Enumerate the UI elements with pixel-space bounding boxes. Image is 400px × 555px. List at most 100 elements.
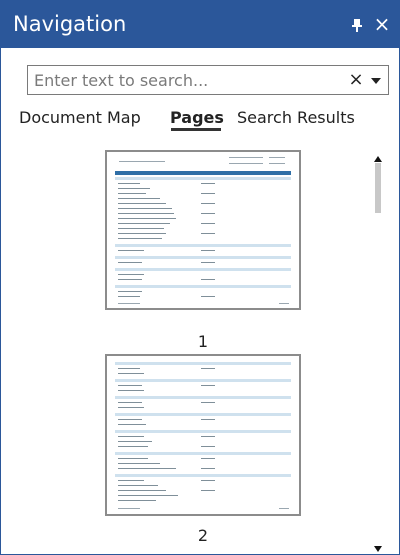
thumbnail-band xyxy=(115,379,291,382)
thumbnail-row xyxy=(118,183,140,184)
chevron-down-icon xyxy=(371,78,381,84)
thumbnail-band xyxy=(115,396,291,399)
search-box: × xyxy=(27,65,389,95)
thumbnail-header-bar xyxy=(115,171,291,175)
thumbnail-row xyxy=(118,419,142,420)
navigation-pane: Navigation × × Document Map Pages Search… xyxy=(0,0,400,555)
thumbnail-row xyxy=(118,274,144,275)
thumbnail-row xyxy=(118,233,166,234)
thumbnail-meta-line xyxy=(269,163,285,164)
thumbnail-row xyxy=(201,480,215,481)
page-thumbnail-2[interactable] xyxy=(105,354,301,516)
search-options-button[interactable] xyxy=(368,68,384,92)
thumbnail-row xyxy=(118,238,162,239)
thumbnail-row xyxy=(118,188,150,189)
thumbnail-row xyxy=(118,468,176,469)
thumbnail-row xyxy=(118,436,144,437)
thumbnail-row xyxy=(201,203,215,204)
thumbnail-row xyxy=(118,490,166,491)
page-number-2: 2 xyxy=(197,526,209,545)
pin-button[interactable] xyxy=(350,15,364,35)
thumbnail-row xyxy=(118,228,164,229)
thumbnail-row xyxy=(118,223,170,224)
thumbnail-row xyxy=(118,424,146,425)
thumbnail-row xyxy=(118,480,144,481)
search-input[interactable] xyxy=(34,68,334,92)
thumbnail-row xyxy=(118,402,142,403)
thumbnail-row xyxy=(118,203,166,204)
tab-document-map[interactable]: Document Map xyxy=(19,106,141,134)
page-thumbnails-viewer: 1 2 xyxy=(1,141,371,554)
vertical-scrollbar[interactable] xyxy=(372,141,384,554)
thumbnail-band xyxy=(115,474,291,477)
thumbnail-band xyxy=(115,285,291,288)
thumbnail-row xyxy=(201,458,215,459)
thumbnail-row xyxy=(118,218,176,219)
close-icon: × xyxy=(373,12,391,36)
thumbnail-row xyxy=(201,468,215,469)
thumbnail-row xyxy=(118,198,160,199)
thumbnail-row xyxy=(118,390,144,391)
thumbnail-row xyxy=(118,373,144,374)
pane-title: Navigation xyxy=(13,12,127,36)
scroll-down-button[interactable] xyxy=(372,539,384,552)
thumbnail-row xyxy=(201,279,215,280)
thumbnail-band xyxy=(115,256,291,259)
thumbnail-row xyxy=(201,402,215,403)
thumbnail-row xyxy=(118,279,142,280)
thumbnail-band xyxy=(115,362,291,365)
thumbnail-footer-line xyxy=(118,508,140,509)
caret-down-icon xyxy=(374,546,382,552)
thumbnail-meta-line xyxy=(269,157,285,158)
thumbnail-row xyxy=(201,250,215,251)
thumbnail-row xyxy=(201,296,215,297)
thumbnail-row xyxy=(201,419,215,420)
scroll-up-button[interactable] xyxy=(372,149,384,162)
thumbnail-row xyxy=(201,193,215,194)
thumbnail-row xyxy=(118,291,142,292)
thumbnail-footer-line xyxy=(279,508,289,509)
thumbnail-row xyxy=(118,250,144,251)
navigation-titlebar: Navigation × xyxy=(1,1,399,48)
thumbnail-row xyxy=(118,463,160,464)
thumbnail-row xyxy=(118,296,140,297)
thumbnail-row xyxy=(201,233,215,234)
thumbnail-row xyxy=(201,490,215,491)
thumbnail-footer-line xyxy=(279,303,289,304)
thumbnail-band xyxy=(115,268,291,271)
thumbnail-row xyxy=(201,213,215,214)
thumbnail-row xyxy=(118,213,174,214)
thumbnail-row xyxy=(118,262,142,263)
thumbnail-row xyxy=(118,193,146,194)
thumbnail-band xyxy=(115,430,291,433)
close-button[interactable]: × xyxy=(371,12,393,36)
thumbnail-footer-line xyxy=(118,303,140,304)
thumbnail-row xyxy=(118,368,140,369)
pin-icon xyxy=(352,19,362,32)
page-thumbnail-1[interactable] xyxy=(105,150,301,310)
page-number-1: 1 xyxy=(197,332,209,351)
thumbnail-band xyxy=(115,244,291,247)
thumbnail-meta-line xyxy=(229,163,263,164)
thumbnail-row xyxy=(118,458,148,459)
selected-tab-indicator xyxy=(171,128,221,131)
thumbnail-row xyxy=(118,485,158,486)
thumbnail-row xyxy=(201,223,215,224)
thumbnail-row xyxy=(201,368,215,369)
tab-search-results[interactable]: Search Results xyxy=(237,106,355,134)
thumbnail-row xyxy=(118,500,156,501)
thumbnail-row xyxy=(201,385,215,386)
thumbnail-band xyxy=(115,413,291,416)
thumbnail-row xyxy=(201,436,215,437)
thumbnail-row xyxy=(118,385,142,386)
thumbnail-row xyxy=(118,208,172,209)
thumbnail-meta-line xyxy=(229,157,263,158)
clear-search-button[interactable]: × xyxy=(346,68,366,92)
thumbnail-row xyxy=(118,446,148,447)
scrollbar-thumb[interactable] xyxy=(375,163,381,213)
thumbnail-row xyxy=(201,183,215,184)
thumbnail-row xyxy=(118,441,152,442)
navigation-tabs: Document Map Pages Search Results xyxy=(1,106,399,136)
thumbnail-row xyxy=(118,495,178,496)
thumbnail-title-line xyxy=(119,161,165,162)
